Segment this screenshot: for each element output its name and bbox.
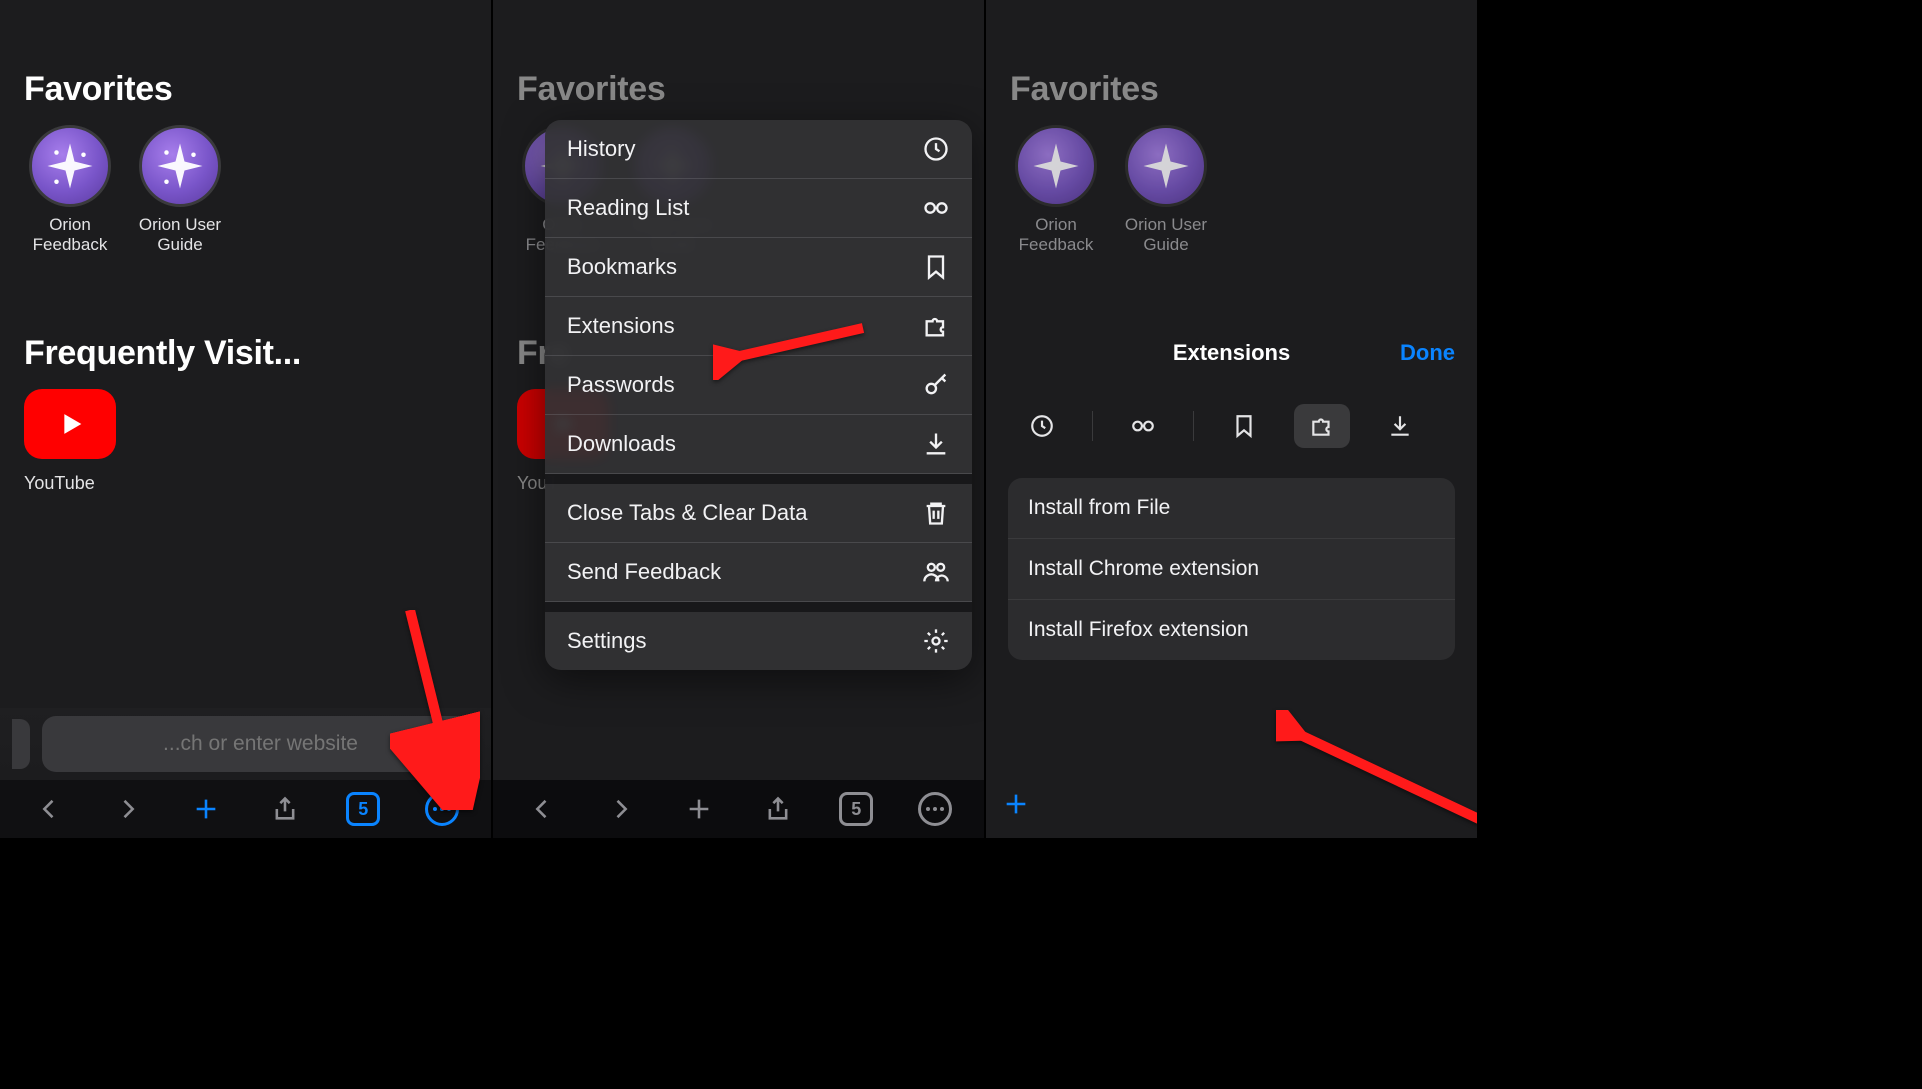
menu-item-label: Extensions <box>567 313 675 339</box>
forward-button[interactable] <box>597 785 645 833</box>
clock-icon <box>1029 413 1055 439</box>
overflow-menu: History Reading List Bookmarks Extensions Pa… <box>545 120 972 670</box>
bottom-toolbar: 5 <box>0 780 491 838</box>
favorite-orion-guide: Orion User Guide <box>1120 125 1212 254</box>
new-tab-button[interactable] <box>182 785 230 833</box>
favorites-row: Orion Feedback Orion User Guide <box>0 119 491 254</box>
bookmark-icon <box>1231 413 1257 439</box>
orion-icon <box>1125 125 1207 207</box>
orion-icon <box>29 125 111 207</box>
trash-icon <box>922 499 950 527</box>
glasses-icon <box>922 194 950 222</box>
menu-item-puzzle[interactable]: Extensions <box>545 297 972 356</box>
install-option[interactable]: Install Chrome extension <box>1008 539 1455 600</box>
menu-item-label: Settings <box>567 628 647 654</box>
forward-button[interactable] <box>104 785 152 833</box>
extensions-title: Extensions <box>1173 340 1290 366</box>
menu-item-clock[interactable]: History <box>545 120 972 179</box>
orion-icon <box>139 125 221 207</box>
favorites-heading: Favorites <box>986 0 1477 119</box>
favorite-label: Orion Feedback <box>24 215 116 254</box>
favorite-label: Orion User Guide <box>1120 215 1212 254</box>
tabs-count: 5 <box>346 792 380 826</box>
menu-item-people[interactable]: Send Feedback <box>545 543 972 602</box>
download-icon <box>1387 413 1413 439</box>
menu-item-glasses[interactable]: Reading List <box>545 179 972 238</box>
ext-tab-clock[interactable] <box>1014 404 1070 448</box>
glasses-icon <box>1130 413 1156 439</box>
extensions-sheet: Extensions Done Install from FileInstall… <box>986 320 1477 838</box>
download-icon <box>922 430 950 458</box>
extensions-header: Extensions Done <box>1008 320 1455 386</box>
people-icon <box>922 558 950 586</box>
menu-item-bookmark[interactable]: Bookmarks <box>545 238 972 297</box>
menu-item-label: History <box>567 136 635 162</box>
bookmark-icon <box>922 253 950 281</box>
gear-icon <box>922 627 950 655</box>
favorites-row: Orion Feedback Orion User Guide <box>986 119 1477 254</box>
menu-item-gear[interactable]: Settings <box>545 612 972 670</box>
share-button[interactable] <box>754 785 802 833</box>
menu-item-label: Downloads <box>567 431 676 457</box>
frequently-visited-heading: Frequently Visit... <box>0 254 491 383</box>
screen-2-menu: Favorites Orion Feedback Orion User Guid… <box>493 0 986 838</box>
ext-tab-puzzle[interactable] <box>1294 404 1350 448</box>
install-options-list: Install from FileInstall Chrome extensio… <box>1008 478 1455 660</box>
tabs-button[interactable]: 5 <box>832 785 880 833</box>
divider <box>1092 411 1093 441</box>
menu-item-label: Passwords <box>567 372 675 398</box>
new-tab-button[interactable] <box>675 785 723 833</box>
favorite-label: Orion User Guide <box>134 215 226 254</box>
back-button[interactable] <box>518 785 566 833</box>
favorite-orion-feedback: Orion Feedback <box>1010 125 1102 254</box>
orion-icon <box>1015 125 1097 207</box>
more-menu-button[interactable] <box>911 785 959 833</box>
share-button[interactable] <box>261 785 309 833</box>
back-button[interactable] <box>25 785 73 833</box>
favorite-orion-feedback[interactable]: Orion Feedback <box>24 125 116 254</box>
address-input[interactable] <box>42 716 479 772</box>
menu-item-label: Close Tabs & Clear Data <box>567 500 808 526</box>
ext-tab-glasses[interactable] <box>1115 404 1171 448</box>
puzzle-icon <box>1309 413 1335 439</box>
prev-tab-fragment[interactable] <box>12 719 30 769</box>
menu-item-trash[interactable]: Close Tabs & Clear Data <box>545 484 972 543</box>
address-bar-zone <box>0 708 491 780</box>
install-option[interactable]: Install Firefox extension <box>1008 600 1455 660</box>
frequent-youtube[interactable]: YouTube <box>0 383 120 500</box>
favorite-label: Orion Feedback <box>1010 215 1102 254</box>
menu-item-label: Send Feedback <box>567 559 721 585</box>
ext-tab-download[interactable] <box>1372 404 1428 448</box>
bottom-toolbar: 5 <box>493 780 984 838</box>
clock-icon <box>922 135 950 163</box>
menu-item-key[interactable]: Passwords <box>545 356 972 415</box>
more-menu-button[interactable] <box>418 785 466 833</box>
done-button[interactable]: Done <box>1400 340 1455 366</box>
extensions-tab-bar <box>1008 386 1455 478</box>
add-extension-button[interactable] <box>992 780 1040 828</box>
tabs-count: 5 <box>839 792 873 826</box>
favorite-orion-guide[interactable]: Orion User Guide <box>134 125 226 254</box>
frequent-label: YouTube <box>24 459 96 494</box>
menu-item-label: Reading List <box>567 195 689 221</box>
screen-1-home: Favorites Orion Feedback Orion User Guid… <box>0 0 493 838</box>
tabs-button[interactable]: 5 <box>339 785 387 833</box>
ext-tab-bookmark[interactable] <box>1216 404 1272 448</box>
menu-item-label: Bookmarks <box>567 254 677 280</box>
youtube-icon <box>24 389 116 459</box>
favorites-heading: Favorites <box>493 0 984 119</box>
puzzle-icon <box>922 312 950 340</box>
favorites-heading: Favorites <box>0 0 491 119</box>
screen-3-extensions: Favorites Orion Feedback Orion User Guid… <box>986 0 1479 838</box>
install-option[interactable]: Install from File <box>1008 478 1455 539</box>
menu-item-download[interactable]: Downloads <box>545 415 972 474</box>
divider <box>1193 411 1194 441</box>
key-icon <box>922 371 950 399</box>
